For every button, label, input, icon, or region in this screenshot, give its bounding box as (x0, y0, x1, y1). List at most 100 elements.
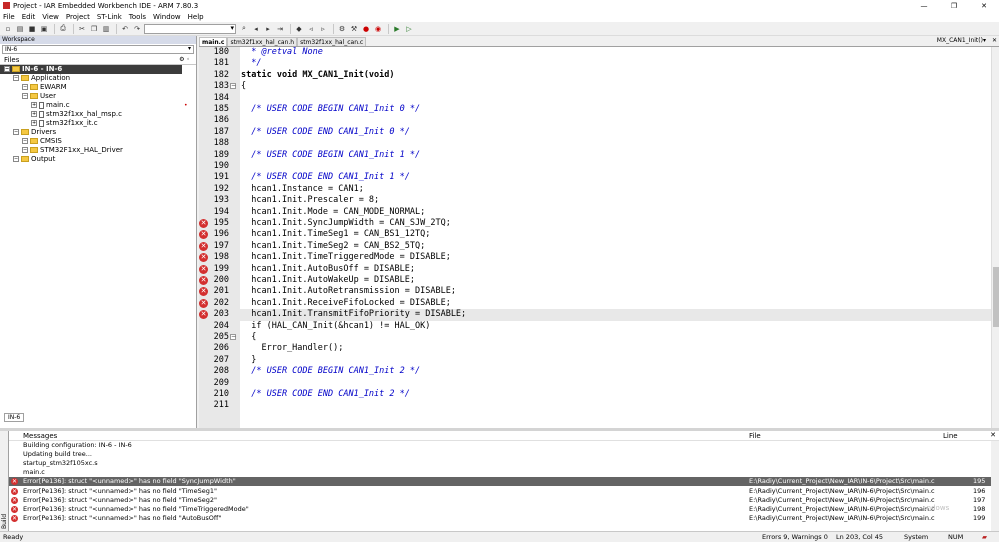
code-line[interactable]: 187 /* USER CODE END CAN1_Init 0 */ (199, 127, 991, 138)
tree-item[interactable]: − User (0, 92, 196, 101)
code-line[interactable]: 211 (199, 400, 991, 411)
code-line[interactable]: ✕ 202 hcan1.Init.ReceiveFifoLocked = DISA… (199, 298, 991, 309)
cut-icon[interactable]: ✂ (77, 24, 87, 34)
open-icon[interactable]: ▤ (15, 24, 25, 34)
expand-icon[interactable]: − (13, 129, 19, 135)
message-row[interactable]: ✕ Error[Pe136]: struct "<unnamed>" has no… (9, 477, 991, 487)
find-combo[interactable] (144, 23, 236, 34)
menu-edit[interactable]: Edit (22, 13, 36, 21)
code-line[interactable]: ✕ 196 hcan1.Init.TimeSeg1 = CAN_BS1_12TQ; (199, 229, 991, 240)
save-all-icon[interactable]: ▣ (39, 24, 49, 34)
tree-item[interactable]: − CMSIS (0, 137, 196, 146)
message-row[interactable]: Building configuration: IN-6 - IN-6 (9, 441, 991, 450)
next-bookmark-icon[interactable]: ▹ (318, 24, 328, 34)
code-line[interactable]: 209 (199, 378, 991, 389)
download-debug-icon[interactable]: ▶ (392, 24, 402, 34)
code-line[interactable]: 193 hcan1.Init.Prescaler = 8; (199, 195, 991, 206)
close-button[interactable]: ✕ (969, 0, 999, 11)
expand-icon[interactable]: + (31, 102, 37, 108)
code-line[interactable]: 210 /* USER CODE END CAN1_Init 2 */ (199, 389, 991, 400)
code-line[interactable]: 204 if (HAL_CAN_Init(&hcan1) != HAL_OK) (199, 321, 991, 332)
new-file-icon[interactable]: ▫ (3, 24, 13, 34)
tree-item[interactable]: + main.c • (0, 101, 196, 110)
stop-build-icon[interactable]: ● (361, 24, 371, 34)
menu-project[interactable]: Project (66, 13, 90, 21)
code-line[interactable]: ✕ 199 hcan1.Init.AutoBusOff = DISABLE; (199, 264, 991, 275)
expand-icon[interactable]: − (13, 75, 19, 81)
close-tab-icon[interactable]: ✕ (992, 37, 997, 44)
tree-item[interactable]: − Drivers (0, 128, 196, 137)
build-tab[interactable]: Build (0, 431, 9, 531)
code-line[interactable]: 186 (199, 115, 991, 126)
find-next-icon[interactable]: ▸ (263, 24, 273, 34)
code-line[interactable]: ✕ 203 hcan1.Init.TransmitFifoPriority = D… (199, 309, 991, 321)
bookmark-icon[interactable]: ◆ (294, 24, 304, 34)
code-line[interactable]: 183−{ (199, 81, 991, 92)
fold-icon[interactable]: − (230, 83, 236, 90)
code-line[interactable]: 207 } (199, 355, 991, 366)
file-column[interactable]: File (749, 431, 761, 441)
dropdown-icon[interactable]: ▾ (983, 37, 986, 44)
prev-bookmark-icon[interactable]: ◃ (306, 24, 316, 34)
undo-icon[interactable]: ↶ (120, 24, 130, 34)
message-row[interactable]: ✕ Error[Pe136]: struct "<unnamed>" has no… (9, 505, 991, 514)
menu-file[interactable]: File (3, 13, 15, 21)
debug-no-download-icon[interactable]: ▷ (404, 24, 414, 34)
code-line[interactable]: 194 hcan1.Init.Mode = CAN_MODE_NORMAL; (199, 207, 991, 218)
code-area[interactable]: 180 * @retval None 181 */182 static void M… (199, 47, 991, 428)
code-line[interactable]: 191 /* USER CODE END CAN1_Init 1 */ (199, 172, 991, 183)
menu-help[interactable]: Help (188, 13, 204, 21)
code-line[interactable]: ✕ 200 hcan1.Init.AutoWakeUp = DISABLE; (199, 275, 991, 286)
expand-icon[interactable]: − (4, 66, 10, 72)
messages-column[interactable]: Messages (23, 431, 57, 441)
code-line[interactable]: 205− { (199, 332, 991, 343)
code-line[interactable]: ✕ 195 hcan1.Init.SyncJumpWidth = CAN_SJW_… (199, 218, 991, 229)
configuration-select[interactable]: IN-6 (2, 45, 194, 54)
find-prev-icon[interactable]: ◂ (251, 24, 261, 34)
go-to-icon[interactable]: ⇥ (275, 24, 285, 34)
code-line[interactable]: 190 (199, 161, 991, 172)
code-line[interactable]: ✕ 201 hcan1.Init.AutoRetransmission = DIS… (199, 286, 991, 297)
code-line[interactable]: 208 /* USER CODE BEGIN CAN1_Init 2 */ (199, 366, 991, 377)
maximize-button[interactable]: ❐ (939, 0, 969, 11)
tree-item[interactable]: − IN-6 - IN-6 (0, 65, 182, 74)
paste-icon[interactable]: ▥ (101, 24, 111, 34)
code-line[interactable]: ✕ 198 hcan1.Init.TimeTriggeredMode = DISA… (199, 252, 991, 263)
tree-item[interactable]: + stm32f1xx_hal_msp.c (0, 110, 196, 119)
line-column[interactable]: Line (943, 431, 958, 441)
expand-icon[interactable]: + (31, 120, 37, 126)
print-icon[interactable]: ⎙ (58, 24, 68, 34)
tree-item[interactable]: − EWARM (0, 83, 196, 92)
compile-icon[interactable]: ⚙ (337, 24, 347, 34)
menu-st-link[interactable]: ST-Link (97, 13, 122, 21)
tree-item[interactable]: − Output (0, 155, 196, 164)
code-line[interactable]: 180 * @retval None (199, 47, 991, 58)
menu-window[interactable]: Window (153, 13, 181, 21)
tab-hal-can-c[interactable]: stm32f1xx_hal_can.c (297, 37, 367, 46)
expand-icon[interactable]: − (13, 156, 19, 162)
breakpoint-icon[interactable]: ◉ (373, 24, 383, 34)
menu-view[interactable]: View (42, 13, 59, 21)
tab-hal-can-h[interactable]: stm32f1xx_hal_can.h (227, 37, 298, 46)
code-line[interactable]: ✕ 197 hcan1.Init.TimeSeg2 = CAN_BS2_5TQ; (199, 241, 991, 252)
menu-tools[interactable]: Tools (129, 13, 146, 21)
tree-item[interactable]: − STM32F1xx_HAL_Driver (0, 146, 196, 155)
expand-icon[interactable]: + (31, 111, 37, 117)
code-line[interactable]: 185 /* USER CODE BEGIN CAN1_Init 0 */ (199, 104, 991, 115)
code-line[interactable]: 206 Error_Handler(); (199, 343, 991, 354)
code-line[interactable]: 192 hcan1.Instance = CAN1; (199, 184, 991, 195)
settings-icon[interactable]: ⚙ ◦ (179, 55, 190, 65)
code-line[interactable]: 182 static void MX_CAN1_Init(void) (199, 70, 991, 81)
expand-icon[interactable]: − (22, 138, 28, 144)
scroll-thumb[interactable] (993, 267, 999, 327)
messages-scrollbar[interactable] (991, 441, 999, 531)
close-panel-icon[interactable]: ✕ (990, 431, 996, 439)
message-row[interactable]: main.c (9, 468, 991, 477)
fold-icon[interactable]: − (230, 334, 236, 340)
message-row[interactable]: ✕ Error[Pe136]: struct "<unnamed>" has no… (9, 514, 991, 523)
find-icon[interactable]: ⌕ (239, 24, 249, 34)
expand-icon[interactable]: − (22, 147, 28, 153)
redo-icon[interactable]: ↷ (132, 24, 142, 34)
save-icon[interactable]: ■ (27, 24, 37, 34)
workspace-tab[interactable]: IN-6 (4, 413, 25, 422)
